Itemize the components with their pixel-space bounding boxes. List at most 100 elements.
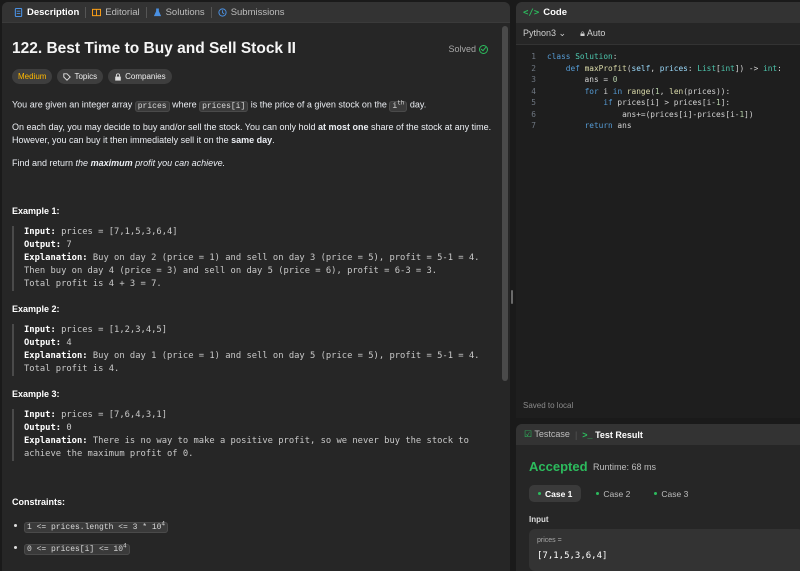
saved-status: Saved to local xyxy=(523,401,574,410)
value: 7 xyxy=(61,240,72,250)
runtime: Runtime: 68 ms xyxy=(593,462,657,472)
example-3-box: Input: prices = [7,6,4,3,1] Output: 0 Ex… xyxy=(12,409,492,461)
label: Output: xyxy=(24,423,62,433)
code-title: Code xyxy=(543,7,568,18)
superscript: 4 xyxy=(161,520,166,527)
tag-icon xyxy=(63,72,72,81)
companies-button[interactable]: Companies xyxy=(108,69,172,84)
text: day. xyxy=(407,99,427,110)
case-tabs: Case 1 Case 2 Case 3 xyxy=(529,485,697,502)
code-line: class Solution: xyxy=(547,52,618,61)
left-tabbar: Description Editorial Solutions Submissi… xyxy=(2,2,510,23)
tab-divider: | xyxy=(574,429,578,440)
companies-label: Companies xyxy=(125,72,166,81)
history-icon xyxy=(218,7,227,17)
superscript: th xyxy=(397,99,405,106)
description-paragraph-3: Find and return the maximum profit you c… xyxy=(12,157,492,170)
italic-text: the xyxy=(75,158,91,168)
text: 0 <= prices[i] <= 10 xyxy=(27,544,124,554)
text: share of the stock at any time. xyxy=(368,122,492,132)
code-line: return ans xyxy=(584,121,632,130)
bold-text: same day xyxy=(231,135,273,145)
example-2-heading: Example 2: xyxy=(12,304,60,314)
label: Output: xyxy=(24,338,62,348)
tab-solutions[interactable]: Solutions xyxy=(147,2,211,23)
tab-test-result[interactable]: >_ Test Result xyxy=(582,430,643,440)
scrollbar[interactable] xyxy=(502,26,508,381)
case-3-button[interactable]: Case 3 xyxy=(645,485,697,502)
checkbox-icon: ☑ xyxy=(524,429,533,439)
result-panel: ☑ Testcase | >_ Test Result Accepted Run… xyxy=(516,424,800,571)
input-var-name: prices = xyxy=(537,537,562,544)
value: There is no way to make a positive profi… xyxy=(87,436,469,446)
italic-text: profit you can achieve. xyxy=(132,158,226,168)
text: is the price of a given stock on the xyxy=(248,99,390,110)
pass-dot-icon xyxy=(596,492,600,495)
text: 1 <= prices.length <= 3 * 10 xyxy=(27,522,162,532)
value: prices = [7,6,4,3,1] xyxy=(55,410,168,420)
editor-toolbar: Python3 ⌄ 🔒︎ Auto xyxy=(516,23,800,45)
value: Buy on day 2 (price = 1) and sell on day… xyxy=(87,253,480,263)
book-icon xyxy=(92,8,102,16)
case-label: Case 2 xyxy=(603,488,631,499)
description-panel: Description Editorial Solutions Submissi… xyxy=(2,2,510,571)
chevron-down-icon: ⌄ xyxy=(558,28,567,38)
check-circle-icon xyxy=(479,44,488,54)
tab-submissions[interactable]: Submissions xyxy=(212,2,291,23)
example-2-box: Input: prices = [1,2,3,4,5] Output: 4 Ex… xyxy=(12,324,492,376)
example-1-box: Input: prices = [7,1,5,3,6,4] Output: 7 … xyxy=(12,226,492,291)
text: You are given an integer array xyxy=(12,99,135,110)
label: Input: xyxy=(24,410,56,420)
case-label: Case 1 xyxy=(545,488,573,499)
terminal-icon: >_ xyxy=(582,429,593,440)
value: 0 xyxy=(61,423,72,433)
verdict: Accepted xyxy=(529,459,588,474)
example-3-heading: Example 3: xyxy=(12,389,60,399)
code-line: def maxProfit(self, prices: List[int]) -… xyxy=(565,63,782,73)
line-number: 4 xyxy=(531,86,536,96)
constraint-1: 1 <= prices.length <= 3 * 104 xyxy=(13,520,169,533)
difficulty-badge[interactable]: Medium xyxy=(12,69,53,84)
mode-toggle[interactable]: 🔒︎ Auto xyxy=(580,28,605,39)
text: However, you can buy it then immediately… xyxy=(12,135,232,145)
line-number: 6 xyxy=(531,109,536,119)
description-paragraph-2: On each day, you may decide to buy and/o… xyxy=(12,121,492,147)
text: . xyxy=(272,135,275,145)
language-select[interactable]: Python3 ⌄ xyxy=(523,28,566,39)
case-1-button[interactable]: Case 1 xyxy=(529,485,582,502)
code-panel: </> Code Python3 ⌄ 🔒︎ Auto 1 2 3 4 5 6 7… xyxy=(516,2,800,418)
topics-button[interactable]: Topics xyxy=(57,69,104,84)
text: Find and return xyxy=(12,158,76,168)
tag-pills: Medium Topics Companies xyxy=(12,69,172,84)
label: Explanation: xyxy=(24,436,88,446)
example-1-heading: Example 1: xyxy=(12,206,60,216)
inline-code: prices xyxy=(134,100,170,112)
tab-editorial[interactable]: Editorial xyxy=(86,2,145,23)
panel-resize-handle[interactable] xyxy=(511,290,513,304)
tab-description[interactable]: Description xyxy=(8,2,85,23)
label: Input: xyxy=(24,227,56,237)
value: Total profit is 4 + 3 = 7. xyxy=(24,279,162,289)
case-2-button[interactable]: Case 2 xyxy=(587,485,639,502)
constraints-heading: Constraints: xyxy=(12,497,66,507)
problem-title: 122. Best Time to Buy and Sell Stock II xyxy=(12,40,296,57)
tab-description-label: Description xyxy=(27,6,80,18)
inline-code: 1 <= prices.length <= 3 * 104 xyxy=(24,520,169,533)
line-number: 3 xyxy=(531,75,536,84)
bold-text: maximum xyxy=(90,158,133,168)
input-label: Input xyxy=(529,515,549,524)
code-line: for i in range(1, len(prices)): xyxy=(584,86,731,96)
text: On each day, you may decide to buy and/o… xyxy=(12,122,319,132)
language-label: Python3 xyxy=(523,28,557,38)
label: Output: xyxy=(24,240,62,250)
flask-icon xyxy=(153,7,161,16)
value: 4 xyxy=(61,338,72,348)
line-number: 1 xyxy=(531,52,536,61)
value: prices = [1,2,3,4,5] xyxy=(55,325,168,335)
superscript: 4 xyxy=(123,542,127,549)
document-icon xyxy=(14,7,23,17)
tab-testcase[interactable]: ☑ Testcase xyxy=(524,429,570,440)
inline-code: ith xyxy=(389,99,408,112)
label: Explanation: xyxy=(24,351,88,361)
bold-text: at most one xyxy=(318,122,369,132)
